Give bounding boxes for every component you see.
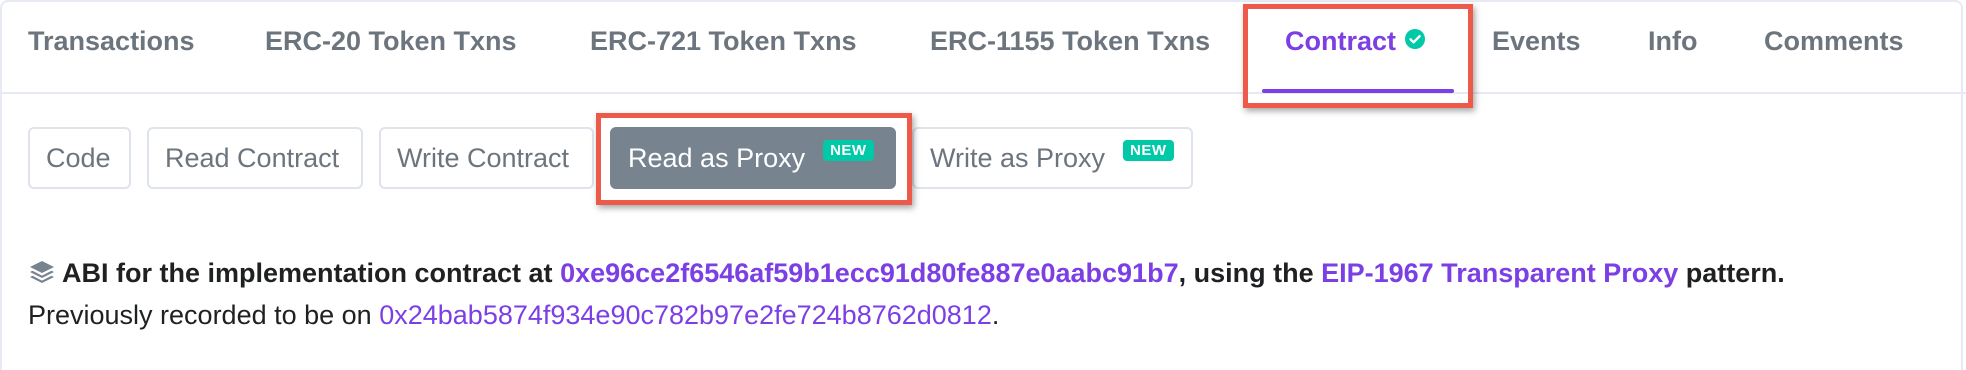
tab-bar: Transactions ERC-20 Token Txns ERC-721 T… — [0, 0, 1966, 94]
write-contract-button[interactable]: Write Contract — [379, 127, 594, 189]
code-button-label: Code — [46, 142, 111, 173]
previous-prefix-text: Previously recorded to be on — [28, 300, 372, 330]
write-as-proxy-button-label: Write as Proxy — [930, 142, 1106, 173]
active-tab-underline — [1262, 89, 1454, 93]
tab-events[interactable]: Events — [1492, 26, 1581, 57]
read-contract-button-label: Read Contract — [165, 142, 340, 173]
new-badge: NEW — [823, 139, 874, 161]
read-as-proxy-button-label: Read as Proxy — [628, 142, 806, 173]
read-contract-button[interactable]: Read Contract — [147, 127, 363, 189]
write-contract-button-label: Write Contract — [397, 142, 570, 173]
tab-comments[interactable]: Comments — [1764, 26, 1904, 57]
tab-transactions[interactable]: Transactions — [28, 26, 195, 57]
previous-suffix-text: . — [991, 300, 1000, 330]
new-badge: NEW — [1123, 139, 1174, 161]
write-as-proxy-button[interactable]: Write as Proxy NEW — [912, 127, 1193, 189]
tab-erc721-token-txns[interactable]: ERC-721 Token Txns — [590, 26, 857, 57]
read-as-proxy-button[interactable]: Read as Proxy NEW — [610, 127, 896, 189]
abi-prefix-text: ABI for the implementation contract at — [62, 258, 553, 288]
proxy-pattern-link[interactable]: EIP-1967 Transparent Proxy — [1321, 258, 1678, 288]
implementation-address-link[interactable]: 0xe96ce2f6546af59b1ecc91d80fe887e0aabc91… — [560, 258, 1179, 288]
abi-implementation-line: ABI for the implementation contract at 0… — [28, 258, 1785, 289]
previous-implementation-line: Previously recorded to be on 0x24bab5874… — [28, 300, 999, 331]
tab-erc1155-token-txns[interactable]: ERC-1155 Token Txns — [930, 26, 1210, 57]
layers-icon — [28, 258, 56, 286]
abi-suffix-text: pattern. — [1685, 258, 1785, 288]
tab-erc20-token-txns[interactable]: ERC-20 Token Txns — [265, 26, 517, 57]
code-button[interactable]: Code — [28, 127, 131, 189]
tab-info[interactable]: Info — [1648, 26, 1697, 57]
previous-address-link[interactable]: 0x24bab5874f934e90c782b97e2fe724b8762d08… — [379, 300, 992, 330]
tab-contract[interactable]: Contract — [1285, 26, 1396, 57]
abi-middle-text: , using the — [1178, 258, 1314, 288]
check-circle-icon — [1405, 29, 1425, 49]
